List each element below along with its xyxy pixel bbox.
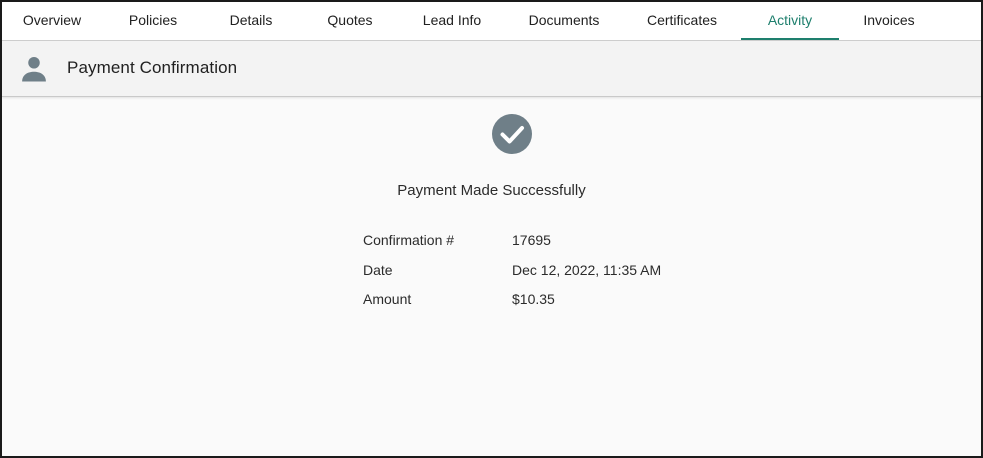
detail-label: Confirmation # <box>363 232 455 248</box>
detail-value: Dec 12, 2022, 11:35 AM <box>512 262 662 278</box>
detail-label: Amount <box>363 291 412 307</box>
detail-label: Date <box>363 262 393 278</box>
tab-activity[interactable]: Activity <box>741 2 839 40</box>
person-icon <box>22 57 46 82</box>
page-title: Payment Confirmation <box>67 58 238 77</box>
success-message: Payment Made Successfully <box>397 182 586 199</box>
tab-lead-info[interactable]: Lead Info <box>414 2 490 40</box>
tab-bar: Overview Policies Details Quotes Lead In… <box>2 2 981 41</box>
tab-details[interactable]: Details <box>214 2 288 40</box>
detail-row-date: Date Dec 12, 2022, 11:35 AM <box>363 262 763 282</box>
tab-overview[interactable]: Overview <box>10 2 94 40</box>
detail-row-confirmation: Confirmation # 17695 <box>363 232 763 252</box>
check-circle-icon <box>492 114 532 154</box>
tab-policies[interactable]: Policies <box>114 2 192 40</box>
detail-value: 17695 <box>512 232 551 248</box>
app-frame: Overview Policies Details Quotes Lead In… <box>0 0 983 458</box>
tab-quotes[interactable]: Quotes <box>316 2 384 40</box>
section-header: Payment Confirmation <box>2 41 981 97</box>
tab-invoices[interactable]: Invoices <box>851 2 927 40</box>
tab-documents[interactable]: Documents <box>515 2 613 40</box>
detail-value: $10.35 <box>512 291 555 307</box>
tab-certificates[interactable]: Certificates <box>632 2 732 40</box>
detail-row-amount: Amount $10.35 <box>363 291 763 311</box>
